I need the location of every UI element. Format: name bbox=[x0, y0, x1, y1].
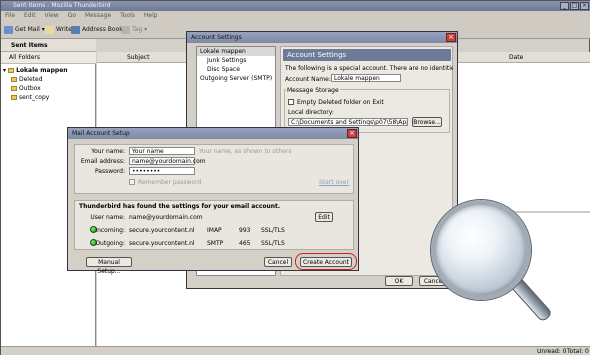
address-book-label: Address Book bbox=[82, 26, 123, 33]
panel-heading: Account Settings bbox=[283, 49, 451, 61]
folder-item[interactable]: Deleted bbox=[3, 75, 95, 84]
close-window-button[interactable]: × bbox=[580, 2, 589, 10]
user-name-label: User name: bbox=[90, 214, 125, 221]
folder-item-label: Deleted bbox=[19, 76, 43, 83]
setup-cancel-button[interactable]: Cancel bbox=[264, 257, 292, 267]
column-date[interactable]: Date bbox=[509, 52, 523, 63]
folder-root-label: Lokale mappen bbox=[16, 67, 68, 74]
message-storage-label: Message Storage bbox=[286, 87, 340, 94]
unread-count: Unread: 0 bbox=[537, 348, 567, 355]
window-titlebar: Sent Items - Mozilla Thunderbird bbox=[1, 1, 590, 11]
menu-file[interactable]: File bbox=[5, 12, 15, 19]
maximize-button[interactable]: □ bbox=[570, 2, 579, 10]
write-label: Write bbox=[56, 26, 72, 33]
create-account-button[interactable]: Create Account bbox=[300, 257, 352, 267]
browse-button[interactable]: Browse... bbox=[412, 117, 442, 127]
folder-icon bbox=[11, 77, 17, 82]
account-settings-ok-button[interactable]: OK bbox=[385, 276, 413, 286]
special-account-note: The following is a special account. Ther… bbox=[285, 65, 453, 72]
credentials-section: Your name: Your name Your name, as shown… bbox=[74, 144, 354, 194]
menu-message[interactable]: Message bbox=[85, 12, 111, 19]
outgoing-security: SSL/TLS bbox=[261, 240, 285, 247]
folder-pane-header: Sent Items bbox=[1, 39, 96, 52]
remember-password-label: Remember password bbox=[138, 179, 202, 186]
edit-button[interactable]: Edit bbox=[315, 212, 333, 222]
mail-account-setup-dialog: Mail Account Setup × Your name: Your nam… bbox=[67, 127, 359, 275]
account-settings-close-button[interactable]: × bbox=[446, 33, 456, 42]
all-folders-selector[interactable]: All Folders bbox=[1, 52, 96, 64]
local-directory-label: Local directory: bbox=[288, 109, 334, 116]
your-name-field[interactable]: Your name bbox=[129, 147, 195, 155]
password-label: Password: bbox=[94, 168, 125, 175]
folder-item[interactable]: Outbox bbox=[3, 84, 95, 93]
menu-view[interactable]: View bbox=[45, 12, 59, 19]
email-label: Email address: bbox=[80, 158, 125, 165]
local-directory-field[interactable]: C:\Documents and Settings\p07\58\Applica… bbox=[288, 118, 408, 126]
empty-deleted-checkbox[interactable] bbox=[288, 99, 294, 105]
write-icon bbox=[45, 25, 54, 34]
account-tree-item[interactable]: Disc Space bbox=[197, 65, 275, 74]
outgoing-server: secure.yourcontent.nl bbox=[129, 240, 195, 247]
setup-titlebar: Mail Account Setup bbox=[68, 128, 358, 139]
your-name-hint: Your name, as shown to others bbox=[199, 148, 292, 155]
window-title: Sent Items - Mozilla Thunderbird bbox=[13, 2, 111, 9]
outgoing-port: 465 bbox=[239, 240, 251, 247]
incoming-security: SSL/TLS bbox=[261, 227, 285, 234]
get-mail-icon bbox=[4, 25, 13, 34]
current-folder-title: Sent Items bbox=[11, 42, 48, 49]
email-field[interactable]: name@yourdomain.com bbox=[129, 157, 206, 165]
account-tree-item[interactable]: Outgoing Server (SMTP) bbox=[197, 74, 275, 83]
your-name-label: Your name: bbox=[91, 148, 125, 155]
menu-go[interactable]: Go bbox=[68, 12, 76, 19]
menu-bar: File Edit View Go Message Tools Help bbox=[1, 11, 590, 21]
incoming-server: secure.yourcontent.nl bbox=[129, 227, 195, 234]
account-name-field[interactable]: Lokale mappen bbox=[331, 74, 401, 82]
empty-deleted-label: Empty Deleted folder on Exit bbox=[297, 99, 384, 106]
folder-icon bbox=[8, 68, 15, 73]
remember-password-checkbox[interactable] bbox=[129, 179, 135, 185]
menu-tools[interactable]: Tools bbox=[120, 12, 135, 19]
setup-close-button[interactable]: × bbox=[347, 129, 357, 138]
folder-icon bbox=[11, 95, 17, 100]
minimize-button[interactable]: _ bbox=[560, 2, 569, 10]
manual-setup-button[interactable]: Manual Setup... bbox=[86, 257, 132, 275]
magnifying-glass-icon bbox=[431, 200, 531, 300]
tag-button[interactable]: Tag ▾ bbox=[121, 24, 147, 36]
account-tree-item[interactable]: Junk Settings bbox=[197, 56, 275, 65]
get-mail-button[interactable]: Get Mail ▾ bbox=[4, 24, 45, 36]
account-settings-titlebar: Account Settings bbox=[187, 32, 457, 43]
column-subject[interactable]: Subject bbox=[127, 52, 149, 63]
account-settings-title: Account Settings bbox=[191, 34, 242, 41]
status-bar: Unread: 0 Total: 0 bbox=[1, 346, 590, 355]
total-count: Total: 0 bbox=[567, 348, 589, 355]
setup-title: Mail Account Setup bbox=[72, 130, 130, 137]
outgoing-protocol: SMTP bbox=[207, 240, 224, 247]
folder-tree: ▾ Lokale mappen Deleted Outbox sent_copy bbox=[3, 66, 95, 102]
address-book-icon bbox=[71, 25, 80, 34]
tag-label: Tag bbox=[132, 26, 143, 33]
all-folders-label: All Folders bbox=[9, 54, 41, 61]
folder-icon bbox=[11, 86, 17, 91]
password-field[interactable]: •••••••• bbox=[129, 167, 195, 175]
tag-icon bbox=[121, 25, 130, 34]
get-mail-label: Get Mail bbox=[15, 26, 40, 33]
incoming-protocol: IMAP bbox=[207, 227, 222, 234]
address-book-button[interactable]: Address Book bbox=[71, 24, 123, 36]
incoming-label: Incoming: bbox=[95, 227, 125, 234]
found-settings-section: Thunderbird has found the settings for y… bbox=[74, 200, 354, 250]
folder-item-label: sent_copy bbox=[19, 94, 50, 101]
folder-item[interactable]: sent_copy bbox=[3, 93, 95, 102]
folder-item-label: Outbox bbox=[19, 85, 41, 92]
account-name-label: Account Name: bbox=[285, 76, 331, 83]
incoming-port: 993 bbox=[239, 227, 251, 234]
found-settings-message: Thunderbird has found the settings for y… bbox=[79, 203, 281, 210]
write-button[interactable]: Write bbox=[45, 24, 72, 36]
menu-help[interactable]: Help bbox=[144, 12, 158, 19]
outgoing-label: Outgoing: bbox=[95, 240, 125, 247]
folder-root[interactable]: ▾ Lokale mappen bbox=[3, 66, 95, 75]
user-name-value: name@yourdomain.com bbox=[129, 214, 203, 221]
start-over-link[interactable]: Start over bbox=[319, 179, 349, 186]
account-tree-item[interactable]: Lokale mappen bbox=[197, 47, 275, 56]
menu-edit[interactable]: Edit bbox=[24, 12, 36, 19]
